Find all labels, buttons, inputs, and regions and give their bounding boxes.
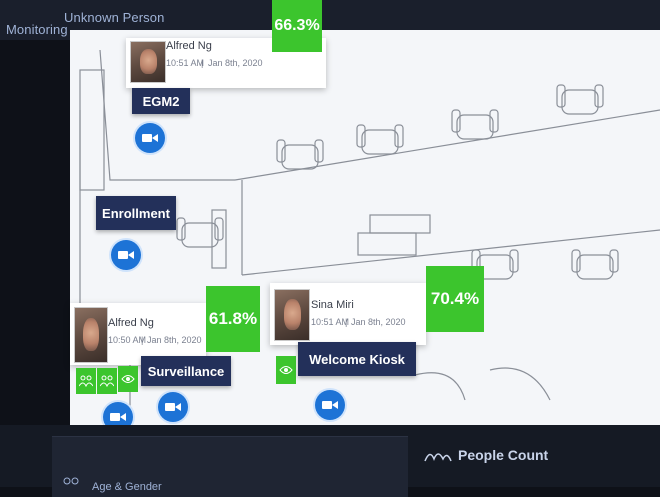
age-gender-panel[interactable]: Age & Gender: [52, 436, 408, 497]
people-icon: [100, 375, 114, 387]
person-photo: [130, 41, 166, 83]
nav-unknown-person[interactable]: Unknown Person: [64, 10, 164, 25]
eye-icon: [121, 375, 135, 383]
camera-label-egm2[interactable]: EGM2: [132, 88, 190, 114]
match-score: 61.8%: [206, 286, 260, 352]
eye-toggle-button[interactable]: [276, 356, 296, 384]
video-camera-icon[interactable]: [158, 392, 188, 422]
match-score: 70.4%: [426, 266, 484, 332]
eye-toggle-button[interactable]: [118, 366, 138, 392]
separator: |: [201, 58, 204, 68]
video-camera-icon[interactable]: [111, 240, 141, 270]
camera-label-enrollment[interactable]: Enrollment: [96, 196, 176, 230]
group-filter-button[interactable]: [97, 368, 117, 394]
people-count-icon: [424, 453, 452, 462]
nav-monitoring[interactable]: Monitoring: [6, 22, 68, 37]
person-name: Alfred Ng: [108, 317, 154, 329]
detection-date: Jan 8th, 2020: [147, 335, 202, 345]
detection-card[interactable]: Sina Miri 10:51 AM | Jan 8th, 2020: [270, 283, 426, 345]
match-score: 66.3%: [272, 0, 322, 52]
separator: |: [141, 335, 144, 345]
people-count-label[interactable]: People Count: [458, 447, 548, 463]
detection-time: 10:51 AM: [166, 58, 205, 68]
person-photo: [74, 307, 108, 363]
camera-label-surveillance[interactable]: Surveillance: [141, 356, 231, 386]
detection-date: Jan 8th, 2020: [208, 58, 263, 68]
people-icon: [79, 375, 93, 387]
video-camera-icon[interactable]: [315, 390, 345, 420]
detection-time: 10:51 AM: [311, 317, 350, 327]
people-icon: [63, 477, 79, 485]
person-name: Sina Miri: [311, 299, 354, 311]
person-name: Alfred Ng: [166, 40, 212, 52]
separator: |: [345, 317, 348, 327]
eye-icon: [279, 366, 293, 374]
video-camera-icon[interactable]: [135, 123, 165, 153]
left-dark-margin: [0, 40, 78, 432]
camera-label-welcome-kiosk[interactable]: Welcome Kiosk: [298, 342, 416, 376]
detection-date: Jan 8th, 2020: [351, 317, 406, 327]
age-gender-label: Age & Gender: [92, 481, 162, 493]
person-photo: [274, 289, 310, 341]
people-filter-button[interactable]: [76, 368, 96, 394]
